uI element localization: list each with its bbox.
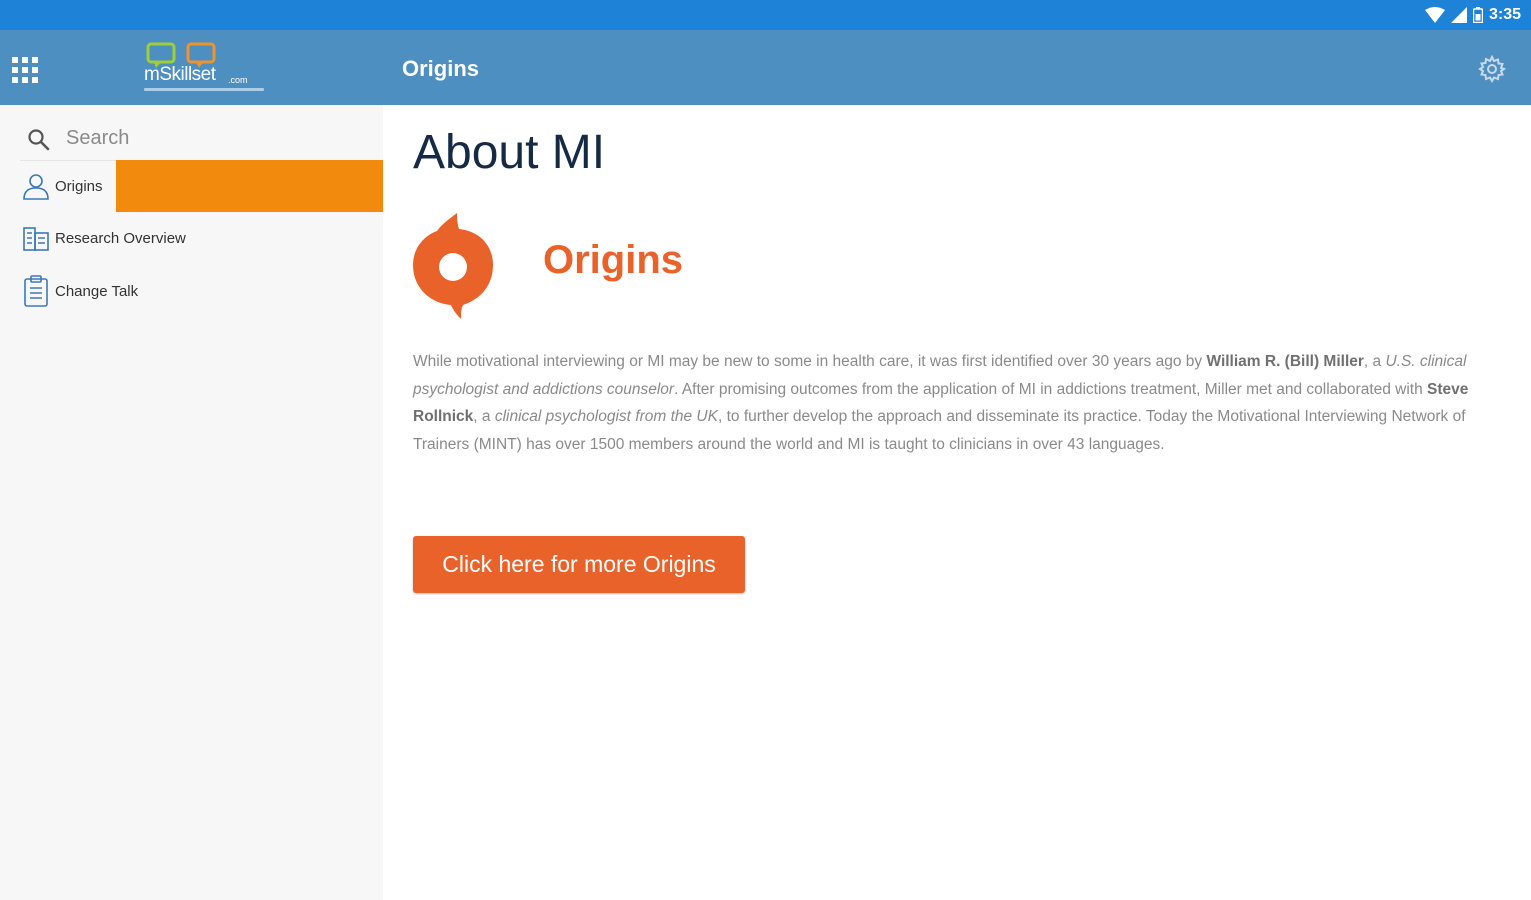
more-origins-button[interactable]: Click here for more Origins [413,536,745,593]
logo-tagline [144,88,264,91]
clipboard-icon [24,275,48,307]
status-bar: 3:35 [0,0,1531,30]
section-title: Origins [543,238,684,282]
search-bar [20,115,380,161]
gear-icon[interactable] [1478,55,1506,83]
selected-highlight [116,160,383,212]
sidebar-item-origins[interactable]: Origins [0,160,383,212]
origins-paragraph: While motivational interviewing or MI ma… [413,348,1503,458]
research-icon [23,227,49,251]
person-icon [23,174,49,200]
logo-domain: .com [228,75,248,85]
origins-logo-icon [413,213,493,319]
page-heading: About MI [413,126,606,179]
paragraph-text: . After promising outcomes from the appl… [674,380,1428,398]
sidebar-item-label: Research Overview [55,229,186,247]
signal-icon [1450,7,1467,23]
page-title: Origins [402,56,480,81]
paragraph-italic: clinical psychologist from the UK [494,408,718,425]
paragraph-bold: William R. (Bill) Miller [1206,353,1364,370]
paragraph-text: While motivational interviewing or MI ma… [413,353,1207,370]
status-time: 3:35 [1488,6,1521,23]
sidebar-item-label: Origins [55,177,103,195]
sidebar-item-label: Change Talk [55,282,139,300]
app-logo: mSkillset .com [142,42,267,96]
paragraph-text: , a [473,408,495,425]
search-icon [28,129,50,151]
app-bar: mSkillset .com Origins [0,30,1531,105]
search-input[interactable] [64,121,368,155]
sidebar-item-research-overview[interactable]: Research Overview [0,212,383,264]
paragraph-text: , a [1363,353,1386,370]
main-content: About MI Origins While motivational inte… [383,105,1531,900]
apps-grid-icon[interactable] [12,57,38,83]
logo-text: mSkillset [144,64,216,85]
sidebar-item-change-talk[interactable]: Change Talk [0,265,383,317]
sidebar: Origins Research Overview Change Talk [0,105,383,900]
wifi-icon [1424,7,1445,23]
battery-icon [1472,7,1483,23]
status-icons: 3:35 [1424,0,1521,30]
